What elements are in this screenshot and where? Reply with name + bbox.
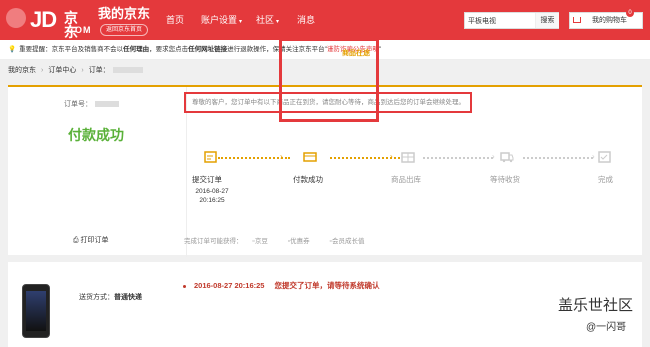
cart-count-badge: 0 [626, 9, 634, 17]
notice-emphasis: 任何网址链接 [188, 46, 228, 53]
nav-messages[interactable]: 消息 [297, 15, 315, 25]
payment-card-icon [303, 151, 317, 163]
print-order-button[interactable]: ⎙ 打印订单 [73, 235, 109, 245]
redacted-order-number [112, 67, 143, 74]
submit-date: 2016-08-27 [195, 188, 229, 195]
log-time: 2016-08-27 20:16:25 [194, 281, 265, 290]
shipping-method: 送货方式：普通快递 [79, 294, 142, 301]
notice-text: ，要求您点击 [149, 46, 189, 53]
breadcrumb-my-jd[interactable]: 我的京东 [8, 67, 36, 74]
submit-time: 20:16:25 [199, 197, 225, 204]
log-dot-icon [183, 284, 186, 288]
progress-line-pending [423, 157, 493, 159]
logo-com: .COM [64, 25, 92, 35]
watermark-community: 盖乐世社区 [558, 297, 634, 314]
breadcrumb-order: 订单： [88, 67, 110, 74]
in-transit-label: 商品在途 [342, 50, 370, 57]
cart-button[interactable]: 我的购物车 0 [569, 9, 643, 29]
log-text: 您提交了订单，请等待系统确认 [274, 281, 380, 290]
warehouse-icon [401, 151, 415, 163]
rewards-jingdou[interactable]: ▫京豆 [253, 238, 278, 245]
search-box: 搜索 [464, 12, 559, 29]
back-home-button[interactable]: 返回京东首页 [100, 24, 149, 36]
shipping-panel: 送货方式：普通快递 2016-08-27 20:16:25 您提交了订单，请等待系… [8, 262, 642, 347]
progress-line-pending [523, 157, 593, 159]
lightbulb-icon: 💡 [8, 46, 17, 53]
rewards-info: 完成订单可能获得： ▫京豆 ▫优惠券 ▫会员成长值 [184, 235, 384, 245]
step-label-submit: 提交订单 [192, 175, 222, 184]
step-label-outbound: 商品出库 [391, 175, 421, 184]
breadcrumb-order-center[interactable]: 订单中心 [48, 67, 76, 74]
submit-order-icon [204, 151, 218, 163]
step-label-paid: 付款成功 [293, 175, 323, 184]
truck-icon [500, 151, 514, 163]
logo-jd: JD [30, 7, 57, 32]
cart-icon [573, 17, 581, 23]
done-check-icon [598, 151, 612, 163]
arrow-right-icon: › [492, 152, 495, 161]
nav-community[interactable]: 社区 ▾ [256, 15, 279, 27]
chevron-down-icon: ▾ [239, 19, 243, 25]
order-number: 订单号： [64, 99, 119, 109]
arrow-right-icon: › [280, 152, 283, 161]
chevron-down-icon: ▾ [276, 19, 280, 25]
rewards-growth[interactable]: ▫会员成长值 [330, 238, 375, 245]
step-label-complete: 完成 [598, 175, 613, 184]
notice-text: 重要提醒：京东平台及销售商不会以 [19, 46, 124, 53]
search-input[interactable] [465, 13, 533, 28]
step-label-awaiting: 等待收货 [490, 175, 520, 184]
product-image[interactable] [22, 284, 50, 338]
order-log-entry: 2016-08-27 20:16:25 您提交了订单，请等待系统确认 [183, 280, 379, 291]
top-bar: JD 京东 .COM 我的京东 返回京东首页 首页 账户设置▾ 社区▾ 消息 搜… [0, 0, 650, 40]
printer-icon: ⎙ [73, 237, 81, 244]
jd-mascot-icon [6, 8, 26, 28]
my-jd-title: 我的京东 [98, 6, 151, 21]
submit-timestamp: 2016-08-27 20:16:25 [191, 187, 233, 205]
nav-home[interactable]: 首页 [166, 15, 184, 25]
arrow-right-icon: › [592, 152, 595, 161]
order-status: 付款成功 [68, 127, 124, 143]
arrow-right-icon: › [390, 152, 393, 161]
rewards-label: 完成订单可能获得： [184, 238, 243, 245]
notice-emphasis: 任何理由 [123, 46, 150, 53]
search-button[interactable]: 搜索 [535, 13, 559, 28]
redacted-order-number [95, 101, 119, 108]
breadcrumb: 我的京东 › 订单中心 › 订单： [8, 66, 143, 76]
rewards-coupon[interactable]: ▫优惠券 [288, 238, 320, 245]
watermark-author: @一闪哥 [586, 322, 627, 333]
nav-account-settings[interactable]: 账户设置 ▾ [201, 15, 242, 27]
cart-label: 我的购物车 [592, 17, 627, 24]
